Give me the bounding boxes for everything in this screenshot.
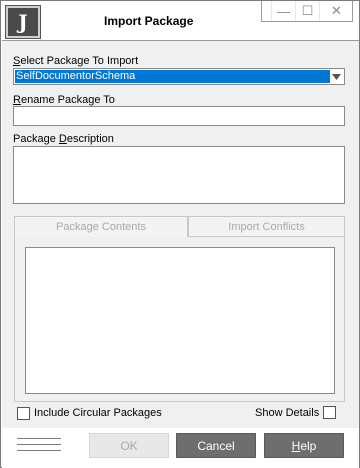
menu-icon-line (17, 444, 61, 445)
menu-icon-line (17, 450, 61, 451)
minimize-icon[interactable]: — (271, 1, 295, 21)
import-package-dialog: J Import Package — ☐ ✕ Select Package To… (0, 0, 360, 468)
rename-label-text: ename Package To (20, 94, 115, 106)
rename-label-mnemonic: R (13, 94, 21, 106)
app-logo-letter: J (18, 10, 28, 34)
maximize-icon[interactable]: ☐ (295, 1, 319, 21)
include-circular-checkbox[interactable] (17, 407, 30, 420)
rename-package-label: Rename Package To (13, 94, 115, 106)
select-package-label: Select Package To Import (13, 55, 138, 67)
chevron-down-icon[interactable] (331, 72, 342, 82)
description-label-pre: Package (13, 133, 59, 145)
package-select[interactable]: SelfDocumentorSchema (13, 68, 345, 85)
description-label-rest: escription (66, 133, 114, 145)
dialog-title: Import Package (104, 14, 194, 28)
include-circular-label[interactable]: Include Circular Packages (34, 407, 162, 419)
help-button-text: elp (300, 438, 317, 453)
show-details-label[interactable]: Show Details (255, 407, 319, 419)
select-package-label-text: elect Package To Import (20, 55, 139, 67)
tab-import-conflicts[interactable]: Import Conflicts (188, 216, 345, 237)
cancel-button[interactable]: Cancel (176, 433, 256, 458)
title-bar[interactable]: J Import Package — ☐ ✕ (1, 1, 359, 39)
description-label-mnemonic: D (58, 133, 67, 145)
menu-icon-line (17, 438, 61, 439)
help-button[interactable]: Help (264, 433, 344, 458)
app-logo-icon: J (5, 5, 41, 39)
menu-icon[interactable] (17, 438, 61, 456)
package-contents-list[interactable] (25, 247, 335, 394)
tab-package-contents[interactable]: Package Contents (14, 216, 188, 237)
package-select-value: SelfDocumentorSchema (15, 70, 330, 83)
show-details-checkbox[interactable] (323, 406, 336, 419)
window-controls: — ☐ ✕ (271, 1, 353, 21)
rename-package-input[interactable] (13, 106, 345, 126)
tab-strip: Package Contents Import Conflicts (14, 216, 345, 238)
ok-button[interactable]: OK (89, 433, 169, 458)
close-icon[interactable]: ✕ (319, 1, 353, 21)
package-description-label: Package Description (13, 133, 114, 145)
help-button-mnemonic: H (291, 438, 301, 453)
package-description-textarea[interactable] (13, 146, 345, 204)
